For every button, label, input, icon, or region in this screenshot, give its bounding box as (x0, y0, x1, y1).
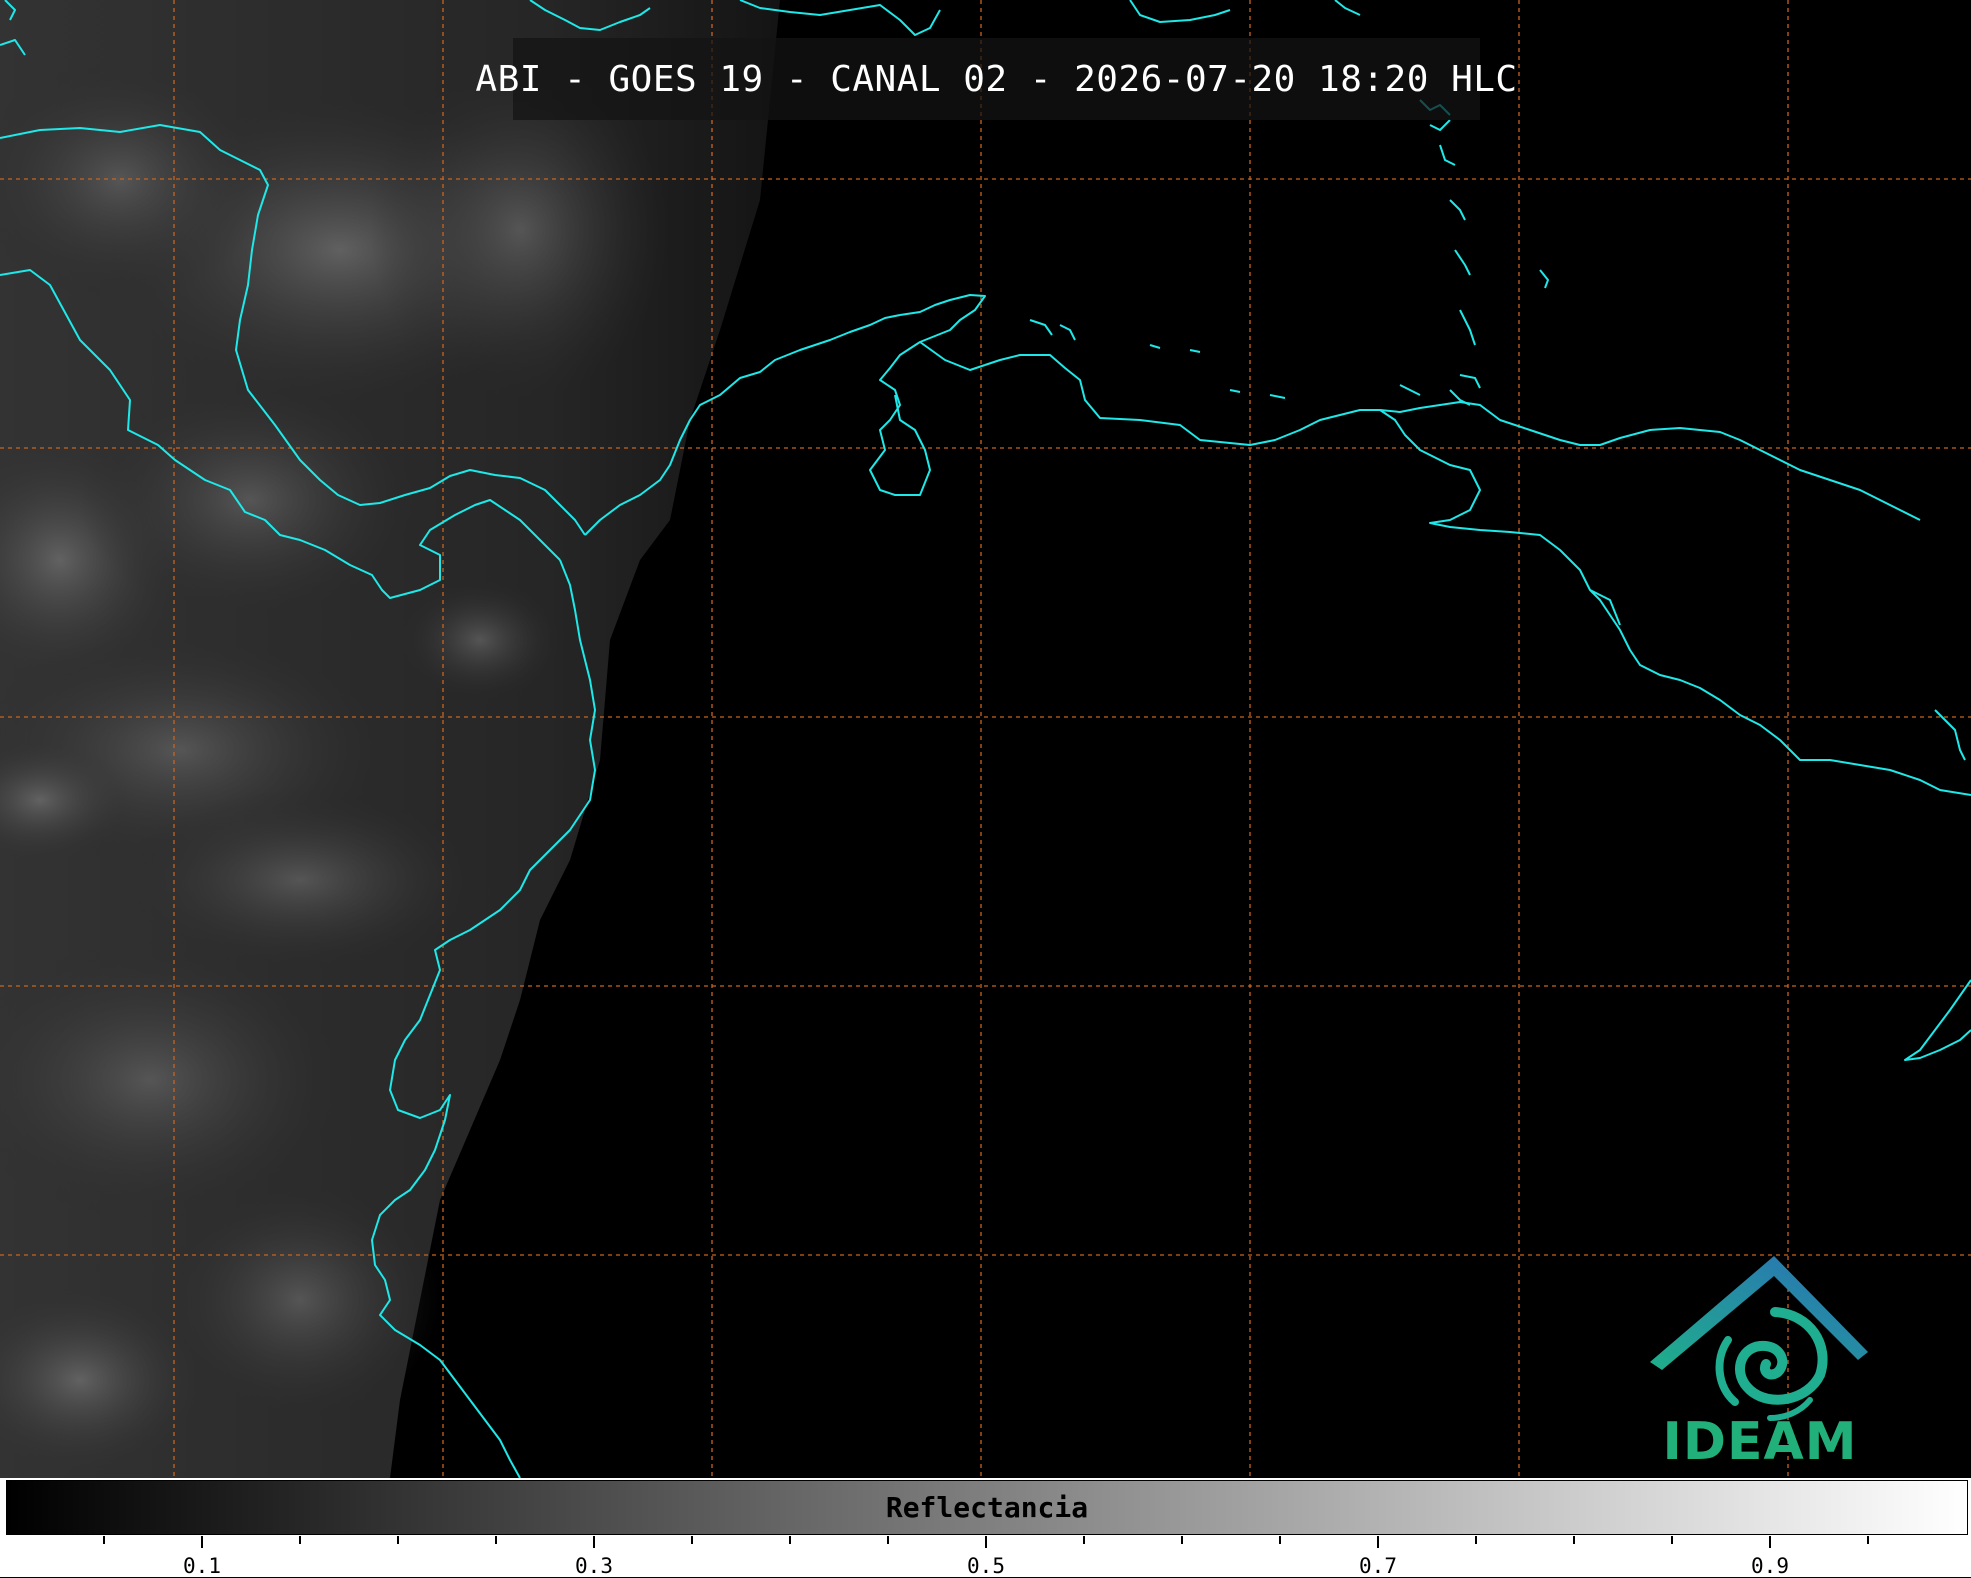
colorbar-tick-label: 0.7 (1359, 1554, 1397, 1578)
colorbar-tick-label: 0.9 (1751, 1554, 1789, 1578)
colorbar-tick-label: 0.5 (967, 1554, 1005, 1578)
roof-shape (1650, 1256, 1868, 1370)
spiral-shape (1715, 1307, 1828, 1421)
colorbar-tick-label: 0.1 (183, 1554, 221, 1578)
colorbar-panel: Reflectancia 0.1 0.3 0.5 0.7 0.9 (0, 1478, 1971, 1578)
logo-text: IDEAM (1662, 1412, 1858, 1472)
colorbar-tick-label: 0.3 (575, 1554, 613, 1578)
map-title: ABI - GOES 19 - CANAL 02 - 2026-07-20 18… (475, 38, 1517, 120)
